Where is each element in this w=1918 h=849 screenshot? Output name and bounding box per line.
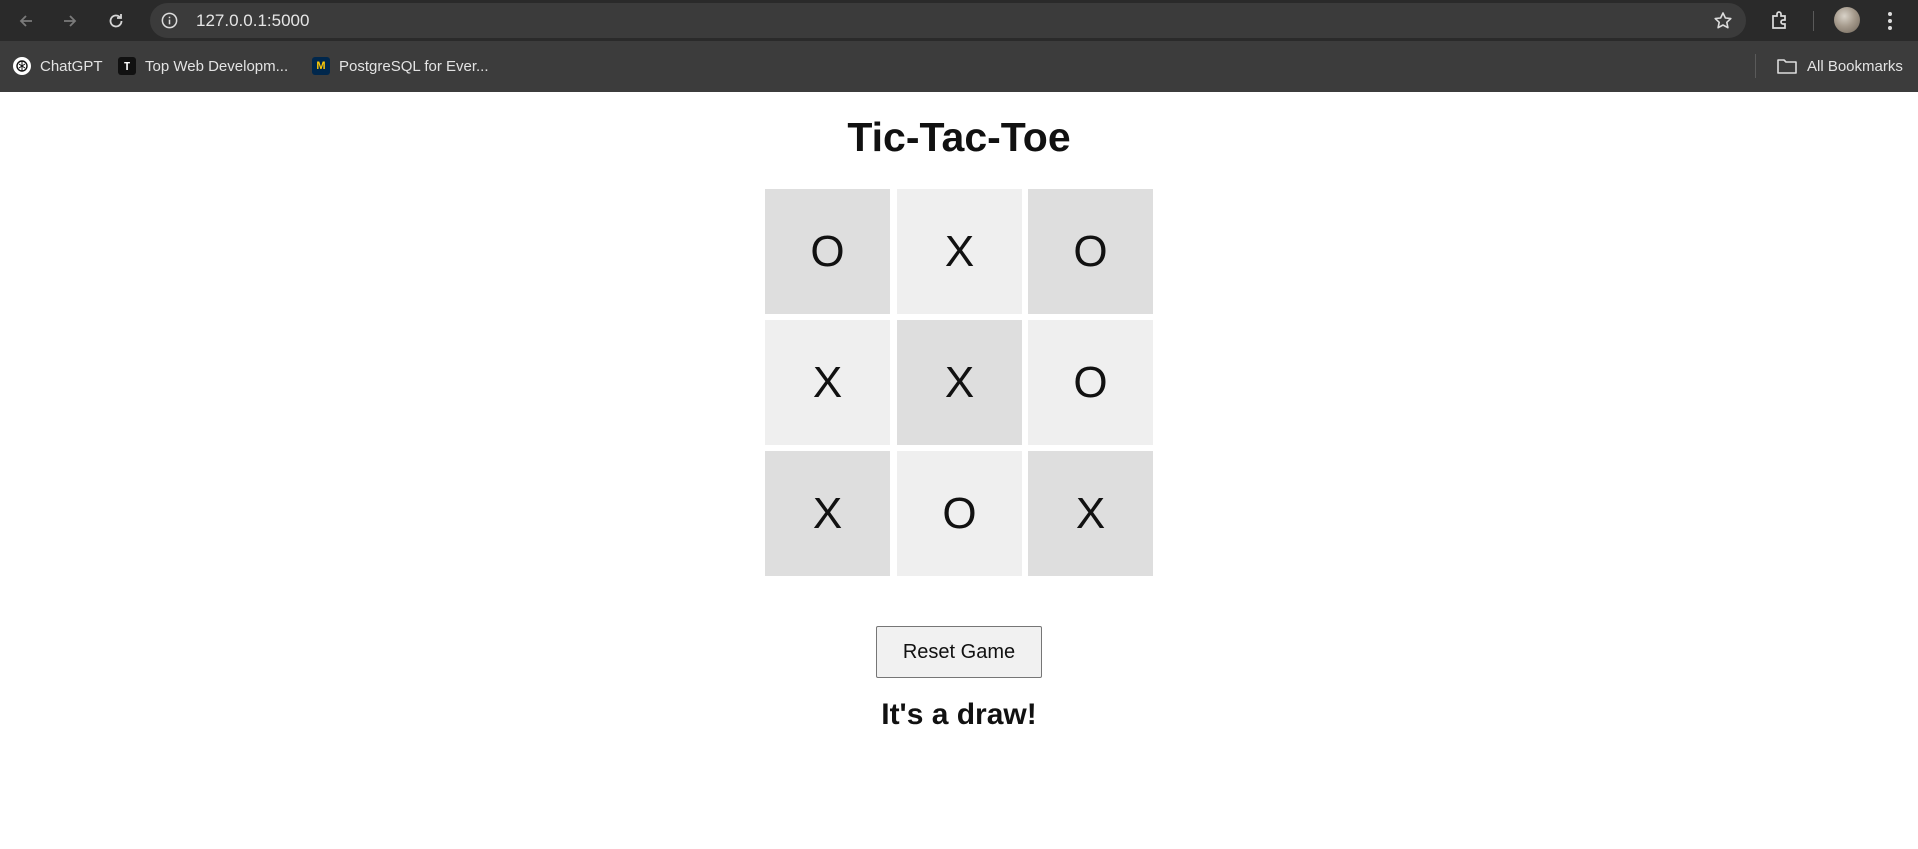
page-title: Tic-Tac-Toe [847, 114, 1071, 160]
kebab-menu-icon[interactable] [1882, 8, 1898, 34]
bookmarks-divider [1755, 54, 1756, 78]
extensions-icon[interactable] [1768, 8, 1792, 32]
game-status: It's a draw! [881, 698, 1037, 731]
board-cell[interactable]: X [897, 320, 1022, 445]
arrow-left-icon [19, 15, 32, 27]
board-cell[interactable]: X [765, 451, 890, 576]
reset-game-button[interactable]: Reset Game [876, 626, 1042, 678]
bookmarks-bar: ChatGPT T Top Web Developm... M PostgreS… [0, 41, 1918, 92]
bookmark-top-web-dev[interactable]: T Top Web Developm... [118, 55, 288, 77]
profile-avatar[interactable] [1834, 7, 1860, 33]
bookmark-label: PostgreSQL for Ever... [339, 57, 489, 75]
all-bookmarks-button[interactable]: All Bookmarks [1776, 55, 1903, 77]
board-cell[interactable]: X [1028, 451, 1153, 576]
arrow-right-icon [64, 15, 77, 27]
bookmark-postgresql[interactable]: M PostgreSQL for Ever... [312, 55, 489, 77]
game-board: O X O X X O X O X [765, 189, 1153, 577]
folder-icon [1777, 59, 1797, 74]
bookmark-chatgpt[interactable]: ChatGPT [13, 55, 103, 77]
michigan-m-icon: M [312, 57, 330, 75]
bookmark-label: Top Web Developm... [145, 57, 289, 75]
reload-button[interactable] [103, 8, 129, 34]
info-icon[interactable] [160, 11, 179, 30]
board-cell[interactable]: O [1028, 320, 1153, 445]
all-bookmarks-label: All Bookmarks [1807, 57, 1903, 75]
reload-icon [109, 14, 123, 28]
browser-toolbar: 127.0.0.1:5000 [0, 0, 1918, 41]
address-bar[interactable]: 127.0.0.1:5000 [150, 3, 1746, 38]
bookmark-label: ChatGPT [40, 57, 103, 75]
chatgpt-icon [13, 57, 31, 75]
forward-button[interactable] [57, 8, 83, 34]
board-cell[interactable]: X [765, 320, 890, 445]
back-button[interactable] [13, 8, 39, 34]
toolbar-divider [1813, 11, 1814, 31]
tw-icon: T [118, 57, 136, 75]
board-cell[interactable]: X [897, 189, 1022, 314]
url-text: 127.0.0.1:5000 [196, 11, 310, 30]
board-cell[interactable]: O [1028, 189, 1153, 314]
board-cell[interactable]: O [897, 451, 1022, 576]
bookmark-star-icon[interactable] [1712, 10, 1734, 32]
page-content: Tic-Tac-Toe O X O X X O X O X Reset Game… [0, 92, 1918, 849]
board-cell[interactable]: O [765, 189, 890, 314]
